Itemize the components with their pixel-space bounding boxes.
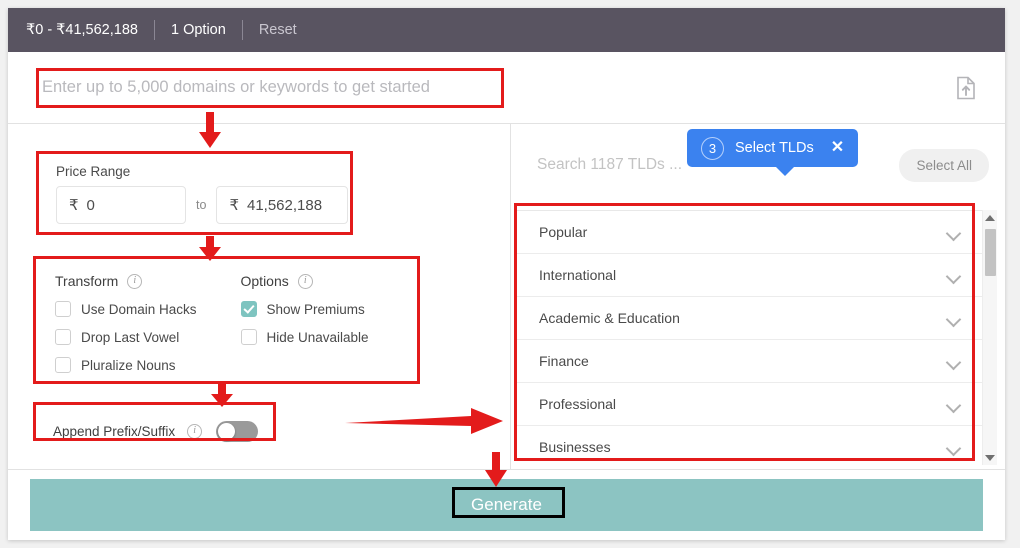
checkbox-label: Show Premiums: [266, 301, 365, 317]
category-row-professional[interactable]: Professional: [517, 383, 982, 426]
price-range-group: Price Range ₹ 0 to ₹ 41,562,188: [44, 156, 361, 236]
domain-generator-window: ₹0 - ₹41,562,188 1 Option Reset Pri: [8, 8, 1005, 540]
checkbox-box[interactable]: [55, 301, 71, 317]
toggle-knob: [218, 422, 236, 440]
checkbox-drop-last-vowel[interactable]: Drop Last Vowel: [55, 329, 235, 345]
price-range-fields: ₹ 0 to ₹ 41,562,188: [56, 186, 349, 224]
tld-category-list-wrap: Popular International Academic & Educati…: [517, 210, 997, 465]
price-max-value: 41,562,188: [246, 196, 323, 214]
left-settings-column: Price Range ₹ 0 to ₹ 41,562,188 Transfor…: [8, 124, 510, 469]
domain-search-row: [8, 52, 1005, 124]
checkbox-hide-unavailable[interactable]: Hide Unavailable: [240, 329, 415, 345]
category-label: Finance: [539, 353, 589, 369]
info-icon[interactable]: i: [187, 423, 203, 439]
category-row-international[interactable]: International: [517, 254, 982, 297]
select-tlds-tooltip: 3 Select TLDs ✕: [687, 129, 859, 176]
append-prefix-suffix-toggle[interactable]: [216, 420, 259, 442]
transform-heading-row: Transform i: [55, 273, 235, 289]
checkbox-label: Drop Last Vowel: [81, 329, 180, 345]
category-label: International: [539, 267, 617, 283]
info-icon[interactable]: i: [297, 273, 313, 289]
generate-button[interactable]: Generate: [30, 479, 983, 531]
transform-options-group: Transform i Use Domain Hacks Drop Last V…: [41, 264, 428, 389]
chevron-down-icon[interactable]: [947, 271, 960, 279]
domain-keyword-input[interactable]: [38, 72, 506, 103]
checkbox-box[interactable]: [55, 357, 71, 373]
price-min-value: 0: [86, 196, 95, 214]
chevron-down-icon[interactable]: [947, 314, 960, 322]
category-row-finance[interactable]: Finance: [517, 340, 982, 383]
category-row-popular[interactable]: Popular: [517, 211, 982, 254]
tld-list-scrollbar[interactable]: [982, 210, 997, 465]
file-upload-icon[interactable]: [955, 76, 977, 100]
filter-divider-1: [153, 20, 155, 40]
checkbox-label: Use Domain Hacks: [81, 301, 197, 317]
chevron-down-icon[interactable]: [947, 400, 960, 408]
category-label: Businesses: [539, 439, 611, 455]
options-heading-row: Options i: [241, 273, 415, 289]
category-label: Popular: [539, 224, 588, 240]
category-label: Academic & Education: [539, 310, 680, 326]
checkbox-use-domain-hacks[interactable]: Use Domain Hacks: [55, 301, 235, 317]
option-count[interactable]: 1 Option: [171, 22, 226, 38]
category-row-academic-education[interactable]: Academic & Education: [517, 297, 982, 340]
price-max-field[interactable]: ₹ 41,562,188: [216, 186, 349, 224]
checkbox-box-checked[interactable]: [240, 301, 257, 317]
transform-column: Transform i Use Domain Hacks Drop Last V…: [55, 273, 235, 380]
checkbox-label: Hide Unavailable: [266, 329, 369, 345]
price-min-field[interactable]: ₹ 0: [56, 186, 186, 224]
scrollbar-thumb[interactable]: [985, 229, 996, 276]
scroll-down-arrow-icon[interactable]: [983, 450, 997, 465]
info-icon[interactable]: i: [127, 273, 143, 289]
price-summary: ₹0 - ₹41,562,188: [26, 22, 138, 38]
options-column: Options i Show Premiums Hide Unavailable: [235, 273, 415, 380]
reset-button[interactable]: Reset: [259, 22, 297, 38]
category-label: Professional: [539, 396, 617, 412]
select-all-button[interactable]: Select All: [899, 148, 989, 182]
append-prefix-suffix-group: Append Prefix/Suffix i: [41, 412, 284, 450]
append-prefix-suffix-label: Append Prefix/Suffix: [53, 423, 176, 439]
category-row-businesses[interactable]: Businesses: [517, 426, 982, 465]
tld-category-list: Popular International Academic & Educati…: [517, 210, 982, 465]
checkbox-label: Pluralize Nouns: [81, 357, 176, 373]
generate-bar: Generate: [8, 469, 1005, 540]
tooltip-step-number: 3: [701, 136, 724, 160]
scroll-up-arrow-icon[interactable]: [983, 210, 997, 225]
price-range-separator: to: [196, 198, 207, 212]
rupee-icon-max: ₹: [229, 197, 239, 214]
checkbox-box[interactable]: [240, 329, 257, 345]
chevron-down-icon[interactable]: [947, 443, 960, 451]
tld-panel: Select All 3 Select TLDs ✕ Popular: [510, 124, 1005, 469]
chevron-down-icon[interactable]: [947, 357, 960, 365]
checkbox-pluralize-nouns[interactable]: Pluralize Nouns: [55, 357, 235, 373]
tld-search-row: Select All 3 Select TLDs ✕: [511, 124, 1005, 206]
checkbox-show-premiums[interactable]: Show Premiums: [240, 301, 415, 317]
chevron-down-icon[interactable]: [947, 228, 960, 236]
price-range-label: Price Range: [56, 164, 131, 179]
app-root: ₹0 - ₹41,562,188 1 Option Reset Pri: [0, 0, 1020, 548]
main-content: Price Range ₹ 0 to ₹ 41,562,188 Transfor…: [8, 124, 1005, 469]
filter-bar: ₹0 - ₹41,562,188 1 Option Reset: [8, 8, 1005, 52]
rupee-icon-min: ₹: [69, 197, 79, 214]
options-heading: Options: [240, 273, 289, 289]
close-icon[interactable]: ✕: [831, 140, 844, 156]
checkbox-box[interactable]: [55, 329, 71, 345]
transform-heading: Transform: [55, 273, 119, 289]
filter-divider-2: [241, 20, 243, 40]
tooltip-text: Select TLDs: [735, 140, 814, 156]
